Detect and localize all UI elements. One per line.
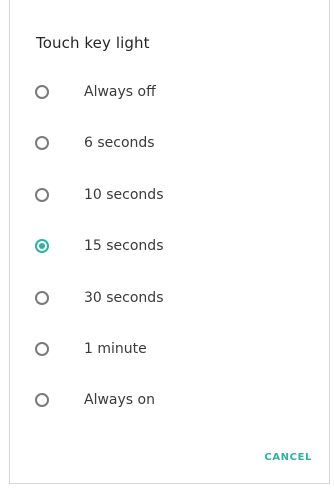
radio-button-icon[interactable] [35, 136, 49, 150]
option-label: 30 seconds [84, 290, 164, 306]
option-label: 1 minute [84, 341, 147, 357]
option-always-off[interactable]: Always off [10, 72, 329, 112]
option-always-on[interactable]: Always on [10, 380, 329, 420]
option-label: 6 seconds [84, 135, 155, 151]
radio-button-checked-icon[interactable] [35, 239, 49, 253]
option-1-minute[interactable]: 1 minute [10, 329, 329, 369]
touch-key-light-dialog: Touch key light Always off 6 seconds 10 … [9, 0, 330, 484]
option-10-seconds[interactable]: 10 seconds [10, 175, 329, 215]
option-6-seconds[interactable]: 6 seconds [10, 123, 329, 163]
radio-button-icon[interactable] [35, 393, 49, 407]
option-label: Always off [84, 84, 156, 100]
option-30-seconds[interactable]: 30 seconds [10, 278, 329, 318]
option-15-seconds[interactable]: 15 seconds [10, 226, 329, 266]
radio-button-icon[interactable] [35, 291, 49, 305]
radio-button-icon[interactable] [35, 85, 49, 99]
option-label: 15 seconds [84, 238, 164, 254]
dialog-title: Touch key light [36, 34, 150, 52]
option-label: Always on [84, 392, 155, 408]
option-label: 10 seconds [84, 187, 164, 203]
radio-button-icon[interactable] [35, 342, 49, 356]
cancel-button[interactable]: CANCEL [264, 452, 312, 463]
radio-button-icon[interactable] [35, 188, 49, 202]
